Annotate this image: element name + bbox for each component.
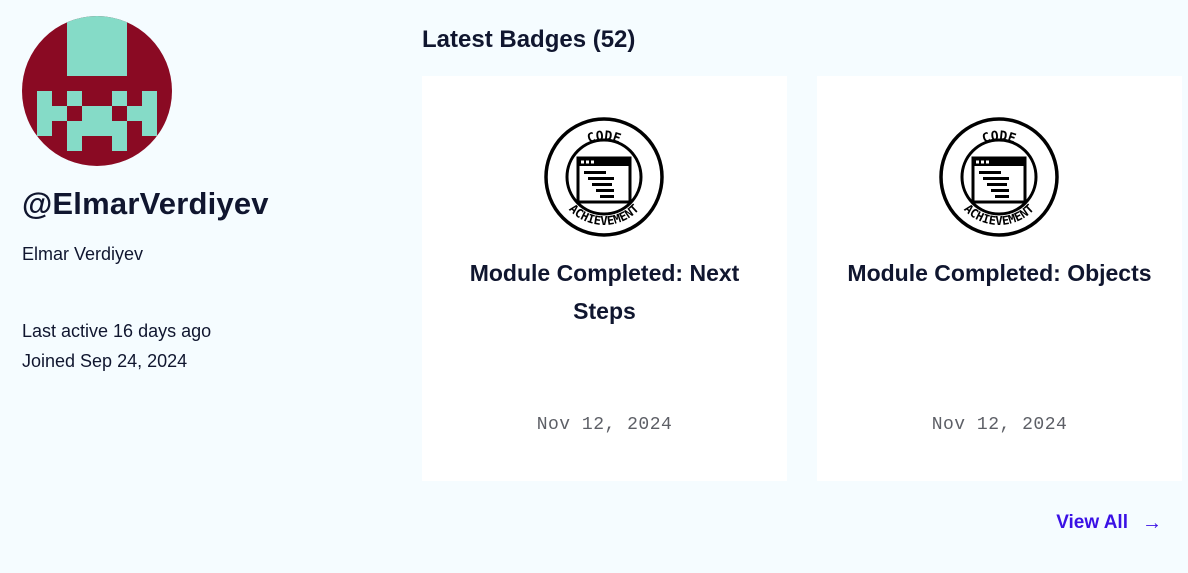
joined-date: Joined Sep 24, 2024 <box>22 351 188 371</box>
activity-info: Last active 16 days ago Joined Sep 24, 2… <box>22 316 382 376</box>
badge-card[interactable]: CODE ACHIEVEMENT Module Completed: Objec… <box>817 76 1182 481</box>
profile-section: @ElmarVerdiyev Elmar Verdiyev Last activ… <box>22 16 382 376</box>
view-all-label: View All <box>1056 512 1128 533</box>
avatar <box>22 16 172 166</box>
code-achievement-badge-icon: CODE ACHIEVEMENT <box>544 117 664 237</box>
badge-date: Nov 12, 2024 <box>931 415 1068 435</box>
badge-card[interactable]: CODE ACHIEVEMENT Module Completed: Next … <box>422 76 787 481</box>
badges-heading: Latest Badges (52) <box>422 26 636 53</box>
badge-title: Module Completed: Next Steps <box>469 260 740 324</box>
code-achievement-badge-icon: CODE ACHIEVEMENT <box>939 117 1059 237</box>
badge-date: Nov 12, 2024 <box>536 415 673 435</box>
arrow-right-icon: → <box>1142 512 1162 534</box>
last-active: Last active 16 days ago <box>22 321 212 341</box>
view-all-link[interactable]: View All → <box>1056 512 1162 534</box>
badge-title: Module Completed: Objects <box>847 260 1152 286</box>
full-name: Elmar Verdiyev <box>22 244 144 264</box>
username: @ElmarVerdiyev <box>22 186 269 221</box>
